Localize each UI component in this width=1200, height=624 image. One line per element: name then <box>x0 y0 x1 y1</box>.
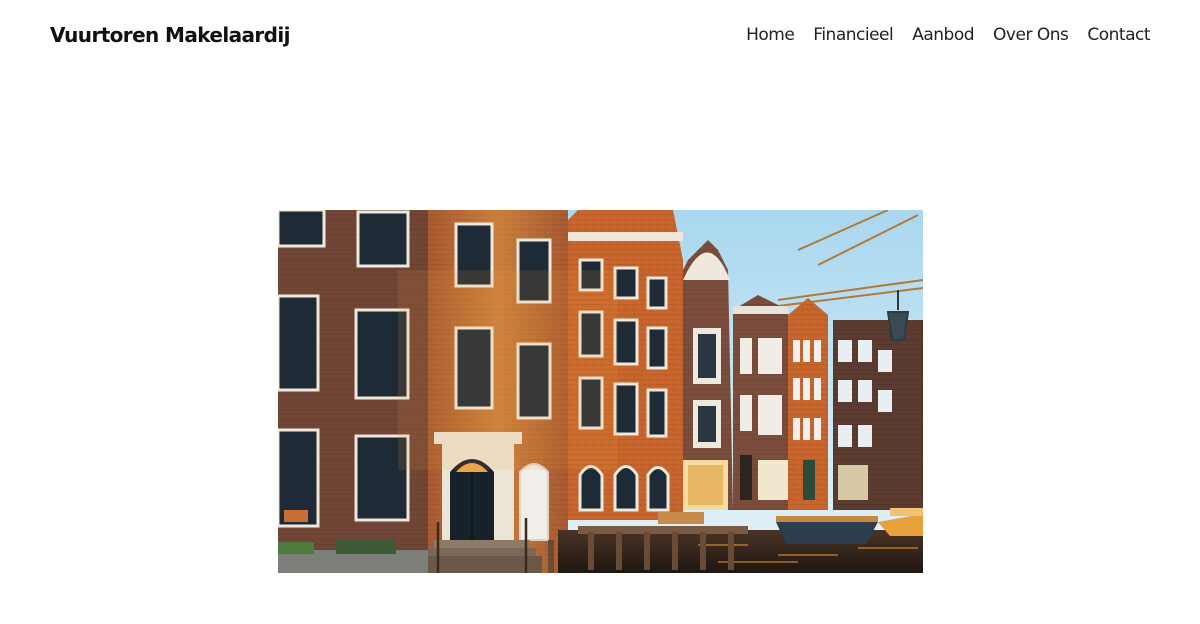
nav-item-over-ons: Over Ons <box>993 23 1069 47</box>
nav-item-home: Home <box>746 23 795 47</box>
site-header: Vuurtoren Makelaardij Home Financieel Aa… <box>0 0 1200 70</box>
nav-link-financieel[interactable]: Financieel <box>813 25 893 45</box>
site-title-link[interactable]: Vuurtoren Makelaardij <box>50 21 291 49</box>
nav-link-home[interactable]: Home <box>746 25 795 45</box>
hero-image <box>278 210 923 573</box>
nav-link-aanbod[interactable]: Aanbod <box>912 25 974 45</box>
nav-link-over-ons[interactable]: Over Ons <box>993 25 1069 45</box>
nav-item-contact: Contact <box>1087 23 1150 47</box>
nav-item-financieel: Financieel <box>813 23 893 47</box>
canal-houses-illustration <box>278 210 923 573</box>
nav-item-aanbod: Aanbod <box>912 23 974 47</box>
nav-link-contact[interactable]: Contact <box>1087 25 1150 45</box>
main-navigation: Home Financieel Aanbod Over Ons Contact <box>746 23 1150 47</box>
